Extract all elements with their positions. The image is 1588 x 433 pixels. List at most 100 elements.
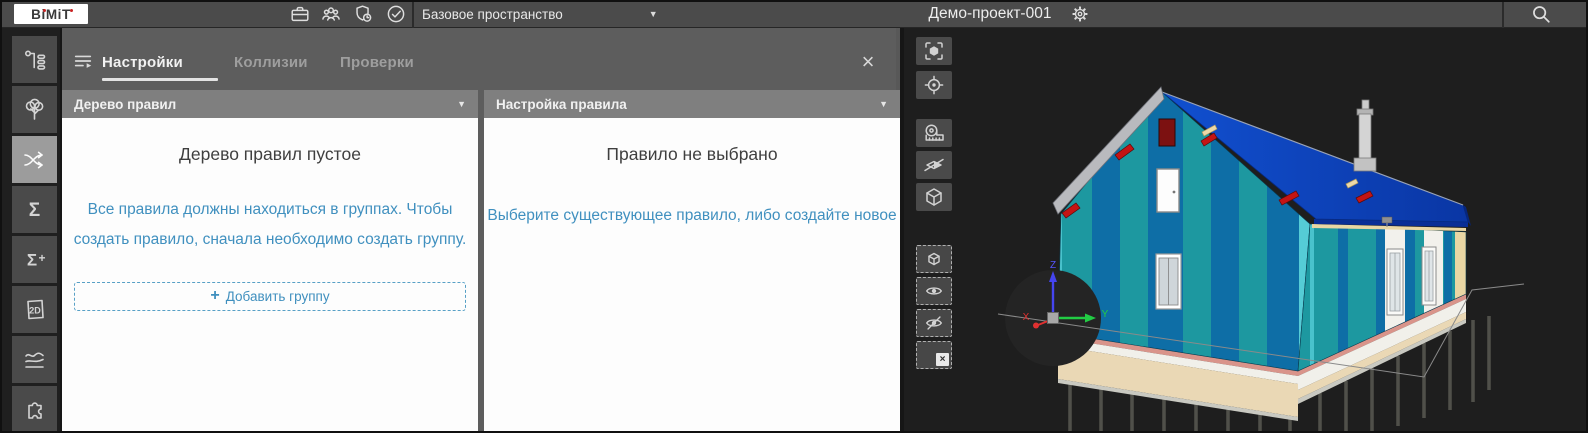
model-3d-view[interactable]: Z Y X: [958, 28, 1588, 433]
team-button[interactable]: [318, 3, 344, 25]
tab-checks[interactable]: Проверки: [340, 54, 414, 71]
side-window: [1386, 248, 1404, 316]
measure-button[interactable]: [916, 119, 952, 147]
sidebar-item-model-structure[interactable]: [12, 36, 57, 83]
section-plane-button[interactable]: [916, 151, 952, 179]
rule-settings-title: Настройка правила: [496, 96, 627, 112]
chevron-down-icon: ▼: [879, 99, 888, 109]
sigma-plus-icon: Σ +: [27, 251, 46, 270]
check-circle-icon: [387, 5, 405, 23]
svg-text:+: +: [38, 251, 45, 265]
section-box-button[interactable]: [916, 183, 952, 211]
rules-tree-empty-title: Дерево правил пустое: [179, 144, 361, 164]
workspace-label: Базовое пространство: [422, 6, 563, 22]
close-panel-button[interactable]: ×: [856, 50, 880, 74]
side-window: [1421, 246, 1437, 306]
rule-settings-hint: Выберите существующее правило, либо созд…: [487, 207, 897, 224]
add-group-label: Добавить группу: [225, 289, 330, 305]
fit-view-icon: [925, 42, 943, 60]
section-plane-icon: [924, 158, 944, 172]
hide-selection-button[interactable]: [916, 309, 952, 337]
rules-tree-title: Дерево правил: [74, 96, 177, 112]
sidebar-item-2d-sheets[interactable]: 2D: [12, 286, 57, 333]
chimney: [1353, 99, 1377, 172]
axis-z-label: Z: [1050, 260, 1056, 271]
rules-panel: Настройки Коллизии Проверки × Дерево пра…: [62, 28, 900, 433]
collapse-list-icon: [74, 55, 92, 68]
shield-clock-icon: [356, 5, 372, 22]
nature-tree-icon: [25, 98, 44, 120]
gable-door: [1156, 168, 1180, 213]
shuffle-icon: [23, 151, 43, 168]
clear-selection-x-icon: ×: [936, 353, 949, 366]
chevron-down-icon: ▼: [648, 9, 658, 19]
panel-menu-button[interactable]: [72, 50, 94, 72]
svg-text:2D: 2D: [29, 306, 41, 316]
logo-dot: [43, 9, 46, 12]
sidebar-item-graphs[interactable]: [12, 336, 57, 383]
gable-window: [1155, 253, 1182, 310]
workspace-selector[interactable]: Базовое пространство ▼: [422, 0, 658, 28]
rules-tree-body: Дерево правил пустое Все правила должны …: [62, 118, 478, 433]
sidebar-item-summary[interactable]: Σ: [12, 186, 57, 233]
rule-settings-body: Правило не выбрано Выберите существующее…: [484, 118, 900, 433]
app-window: BiMiT Базовое пространство ▼ Демо-проект…: [0, 0, 1588, 433]
briefcase-icon: [291, 6, 309, 22]
validation-button[interactable]: [383, 3, 409, 25]
search-icon: [1533, 6, 1550, 23]
show-selection-button[interactable]: [916, 277, 952, 305]
focus-selection-button[interactable]: [916, 71, 952, 99]
topbar-divider: [412, 0, 414, 28]
active-tab-underline: [102, 78, 218, 81]
security-button[interactable]: [350, 3, 376, 25]
sidebar-item-clash-routing[interactable]: [12, 136, 57, 183]
rules-tree-hint: Все правила должны находиться в группах.…: [73, 201, 467, 249]
rules-tree-section: Дерево правил ▼ Дерево правил пустое Все…: [62, 90, 478, 433]
svg-text:Σ: Σ: [27, 251, 37, 270]
eye-icon: [925, 287, 943, 295]
fit-view-button[interactable]: [916, 37, 952, 65]
focus-target-icon: [924, 75, 944, 95]
gear-icon: [1072, 6, 1088, 22]
puzzle-icon: [28, 402, 42, 419]
team-icon: [322, 7, 340, 21]
rule-settings-empty-title: Правило не выбрано: [606, 144, 778, 164]
sigma-icon: Σ: [29, 200, 40, 221]
app-logo: BiMiT: [14, 4, 88, 24]
search-button[interactable]: [1526, 2, 1556, 26]
axis-x-label: X: [1023, 312, 1030, 323]
rule-settings-header[interactable]: Настройка правила ▼: [484, 90, 900, 118]
rule-settings-section: Настройка правила ▼ Правило не выбрано В…: [484, 90, 900, 433]
viewport-3d[interactable]: × Z Y X: [904, 28, 1588, 433]
eye-off-icon: [925, 316, 943, 330]
add-group-button[interactable]: + Добавить группу: [74, 282, 466, 312]
measure-tape-icon: [925, 124, 944, 141]
left-toolbar: Σ Σ + 2D: [0, 28, 60, 433]
axis-y-label: Y: [1102, 309, 1109, 320]
plus-icon: +: [210, 287, 220, 305]
logo-text: BiMiT: [31, 6, 71, 22]
isolate-selection-button[interactable]: [916, 245, 952, 273]
chevron-down-icon: ▼: [457, 99, 466, 109]
projects-button[interactable]: [287, 3, 313, 25]
panel-header: Настройки Коллизии Проверки ×: [62, 28, 896, 90]
tab-settings[interactable]: Настройки: [102, 54, 183, 71]
logo-dot: [70, 9, 73, 12]
clear-selection-button[interactable]: ×: [916, 341, 952, 369]
svg-text:Σ: Σ: [29, 200, 40, 221]
topbar: BiMiT Базовое пространство ▼ Демо-проект…: [0, 0, 1588, 28]
section-box-icon: [926, 188, 942, 206]
camera-fixture: [1381, 216, 1393, 227]
tree-structure-icon: [25, 50, 46, 70]
graphs-icon: [25, 352, 44, 368]
gable-vent: [1158, 118, 1176, 147]
rules-tree-header[interactable]: Дерево правил ▼: [62, 90, 478, 118]
sidebar-item-environment[interactable]: [12, 86, 57, 133]
isolate-cube-icon: [928, 252, 940, 266]
project-settings-button[interactable]: [1068, 3, 1092, 25]
tab-collisions[interactable]: Коллизии: [234, 54, 308, 71]
sidebar-item-summary-add[interactable]: Σ +: [12, 236, 57, 283]
sheet-2d-icon: 2D: [27, 299, 44, 320]
sidebar-item-plugins[interactable]: [12, 386, 57, 433]
topbar-divider: [1502, 0, 1504, 28]
